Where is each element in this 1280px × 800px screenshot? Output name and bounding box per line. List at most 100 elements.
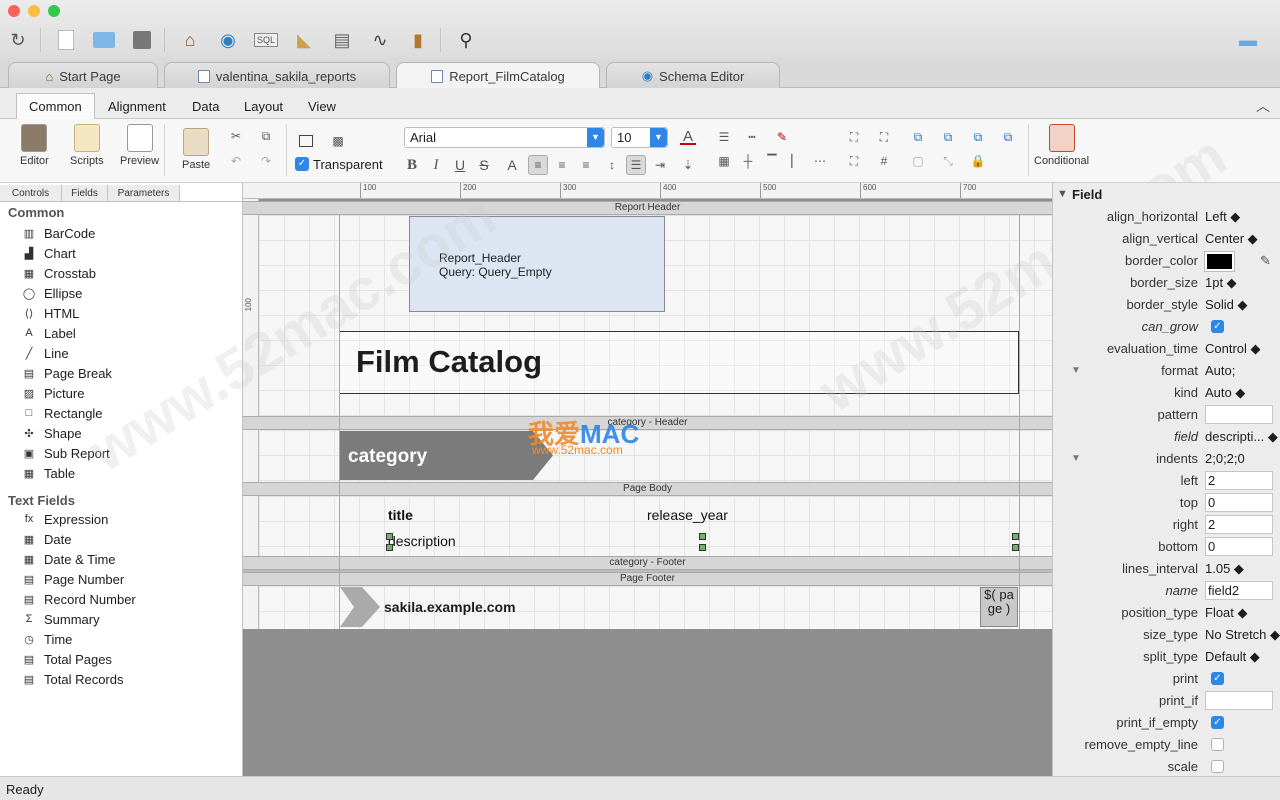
copy-icon[interactable]: ⧉ (258, 128, 274, 144)
prop-input-left[interactable]: 2 (1205, 471, 1273, 490)
prop-value-split_type[interactable]: Default ◆ (1205, 649, 1260, 667)
align-left-icon[interactable]: ≡ (528, 155, 548, 175)
zoom-window-button[interactable] (48, 5, 60, 17)
prop-checkbox-can_grow[interactable]: ✓ (1211, 320, 1224, 333)
prop-value-field[interactable]: descripti... ◆ (1205, 429, 1278, 447)
indent-icon[interactable]: ⇥ (652, 157, 668, 173)
preview-button[interactable]: Preview (120, 124, 159, 167)
border-style-icon[interactable]: ☰ (716, 129, 732, 145)
chevron-down-icon[interactable]: ▼ (650, 128, 667, 147)
control-item-page-break[interactable]: ▤ Page Break (22, 363, 112, 383)
border-inner-icon[interactable]: ┼ (740, 153, 756, 169)
select-inside-icon[interactable]: ⛶ (876, 129, 892, 145)
tab-fields[interactable]: Fields (62, 185, 108, 201)
strikethrough-icon[interactable]: S (476, 157, 492, 173)
prop-input-top[interactable]: 0 (1205, 493, 1273, 512)
prop-value-format[interactable]: Auto; (1205, 363, 1235, 381)
send-backward-icon[interactable]: ⧉ (970, 129, 986, 145)
selection-handle[interactable] (1012, 533, 1019, 540)
refresh-icon[interactable]: ↻ (6, 28, 30, 52)
line-spacing-up-icon[interactable]: ↕ (604, 157, 620, 173)
diagram-icon[interactable]: ∿ (368, 28, 392, 52)
book-icon[interactable]: ▮ (406, 28, 430, 52)
prop-value-border_size[interactable]: 1pt ◆ (1205, 275, 1237, 293)
tab-report-filmcatalog[interactable]: Report_FilmCatalog (396, 62, 600, 90)
control-item-time[interactable]: ◷ Time (22, 629, 72, 649)
sql-icon[interactable]: SQL (254, 28, 279, 52)
field-description[interactable]: description (388, 533, 456, 549)
close-window-button[interactable] (8, 5, 20, 17)
control-item-table[interactable]: ▦ Table (22, 463, 75, 483)
open-folder-icon[interactable] (92, 28, 116, 52)
border-color-swatch[interactable] (1204, 251, 1235, 272)
prop-input-print_if[interactable] (1205, 691, 1273, 710)
undo-icon[interactable]: ↶ (228, 153, 244, 169)
ribbon-tab-view[interactable]: View (296, 93, 348, 119)
field-release-year[interactable]: release_year (647, 507, 728, 523)
transparent-checkbox[interactable]: ✓ (295, 157, 309, 171)
database-icon[interactable]: ◉ (216, 28, 240, 52)
tab-valentina-sakila-reports[interactable]: valentina_sakila_reports (164, 62, 390, 89)
bring-forward-icon[interactable]: ⧉ (940, 129, 956, 145)
selection-handle[interactable] (386, 544, 393, 551)
border-none-icon[interactable]: ⋯ (812, 153, 828, 169)
disclosure-triangle-icon[interactable]: ▼ (1071, 453, 1081, 464)
minimize-window-button[interactable] (28, 5, 40, 17)
paste-button[interactable]: Paste (182, 128, 210, 171)
prop-value-size_type[interactable]: No Stretch ◆ (1205, 627, 1280, 645)
band-page-footer[interactable]: Page Footer (243, 572, 1052, 586)
prop-input-pattern[interactable] (1205, 405, 1273, 424)
control-item-total-pages[interactable]: ▤ Total Pages (22, 649, 112, 669)
prop-checkbox-print_if_empty[interactable]: ✓ (1211, 716, 1224, 729)
line-spacing-icon[interactable]: ☰ (626, 155, 646, 175)
scripts-button[interactable]: Scripts (70, 124, 104, 167)
rectangle-icon[interactable] (298, 133, 314, 149)
prop-value-kind[interactable]: Auto ◆ (1205, 385, 1245, 403)
chevron-down-icon[interactable]: ▼ (587, 128, 604, 147)
prop-value-align_horizontal[interactable]: Left ◆ (1205, 209, 1240, 227)
prop-checkbox-print[interactable]: ✓ (1211, 672, 1224, 685)
underline-icon[interactable]: U (452, 157, 468, 173)
align-right-icon[interactable]: ≡ (578, 157, 594, 173)
control-item-line[interactable]: ╱ Line (22, 343, 69, 363)
conditional-button[interactable]: Conditional (1034, 124, 1089, 167)
selection-handle[interactable] (386, 533, 393, 540)
band-category-footer[interactable]: category - Footer (243, 556, 1052, 570)
control-item-date[interactable]: ▦ Date (22, 529, 72, 549)
fill-pattern-icon[interactable]: ▩ (330, 133, 346, 149)
font-color-icon[interactable]: A (680, 128, 696, 145)
control-item-barcode[interactable]: ▥ BarCode (22, 223, 96, 243)
prop-input-right[interactable]: 2 (1205, 515, 1273, 534)
prop-value-indents[interactable]: 2;0;2;0 (1205, 451, 1245, 469)
border-top-icon[interactable]: ▔ (764, 153, 780, 169)
control-item-summary[interactable]: Σ Summary (22, 609, 100, 629)
cut-icon[interactable]: ✂ (228, 128, 244, 144)
lock-icon[interactable]: 🔒 (970, 153, 986, 169)
text-outline-icon[interactable]: A (504, 157, 520, 173)
control-item-chart[interactable]: ▟ Chart (22, 243, 76, 263)
selection-handle[interactable] (699, 533, 706, 540)
tab-schema-editor[interactable]: ◉ Schema Editor (606, 62, 780, 89)
redo-icon[interactable]: ↷ (258, 153, 274, 169)
control-item-ellipse[interactable]: ◯ Ellipse (22, 283, 82, 303)
ribbon-tab-alignment[interactable]: Alignment (96, 93, 178, 119)
pencil-icon[interactable]: ✎ (1260, 253, 1271, 269)
home-icon[interactable]: ⌂ (178, 28, 202, 52)
bold-icon[interactable]: B (404, 157, 420, 173)
disclosure-triangle-icon[interactable]: ▼ (1071, 365, 1081, 376)
form-icon[interactable]: ▤ (330, 28, 354, 52)
band-category-header[interactable]: category - Header (243, 416, 1052, 430)
border-all-icon[interactable]: ▦ (716, 153, 732, 169)
align-center-icon[interactable]: ≡ (554, 157, 570, 173)
bring-front-icon[interactable]: ⧉ (910, 129, 926, 145)
save-icon[interactable] (130, 28, 154, 52)
border-color-icon[interactable]: ✎ (774, 129, 790, 145)
font-family-select[interactable]: Arial (404, 127, 605, 148)
control-item-expression[interactable]: fx Expression (22, 509, 109, 529)
control-item-crosstab[interactable]: ▦ Crosstab (22, 263, 96, 283)
page-number-field[interactable]: $( page ) (980, 587, 1018, 627)
footer-url-field[interactable]: sakila.example.com (384, 599, 516, 615)
prop-value-evaluation_time[interactable]: Control ◆ (1205, 341, 1261, 359)
control-item-label[interactable]: A Label (22, 323, 75, 343)
select-all-icon[interactable]: ⛶ (846, 129, 862, 145)
